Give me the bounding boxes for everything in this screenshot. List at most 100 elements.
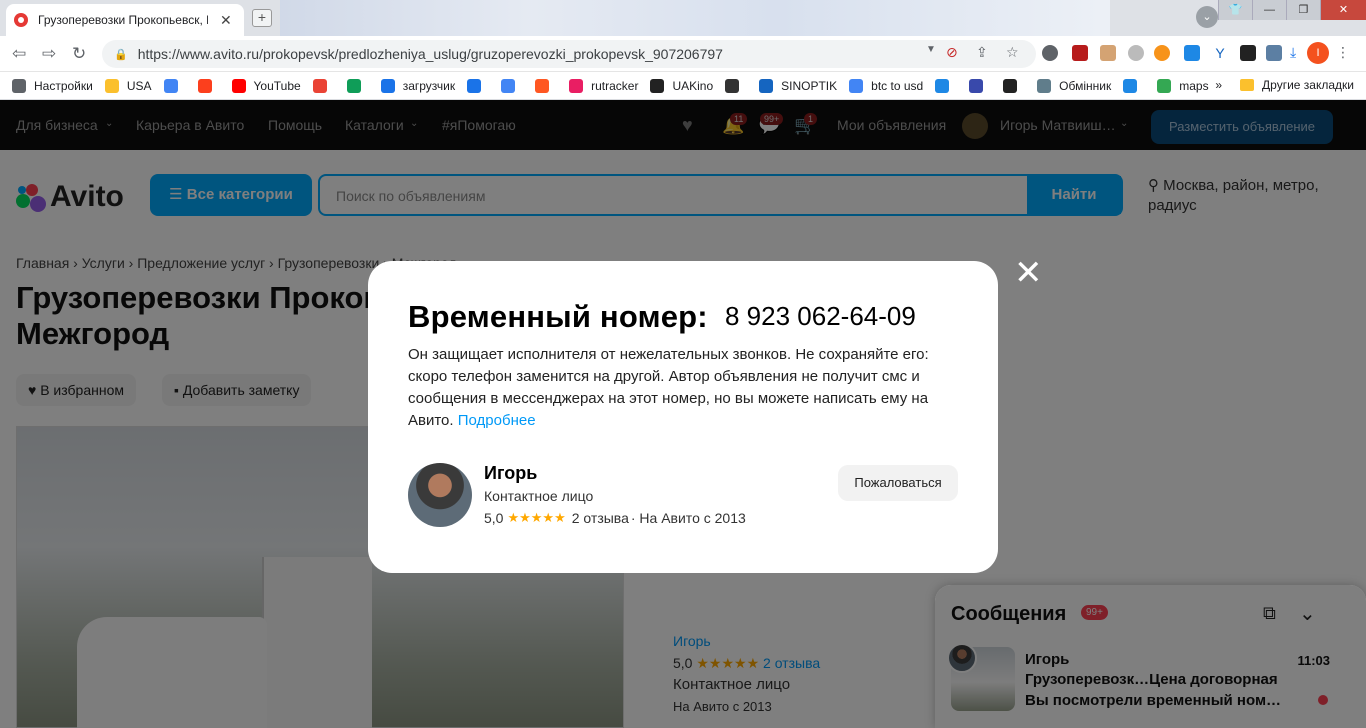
bookmark-gmail[interactable] [312, 78, 335, 93]
gear-icon [12, 78, 26, 93]
google-icon [849, 78, 864, 93]
bookmark-обмінник[interactable]: Обмінник [1037, 78, 1111, 93]
seller-rating-row: 5,0 ★★★★★ 2 отзыва · На Авито с 2013 [484, 510, 746, 526]
chess-icon [725, 78, 740, 93]
puzzle-extensions-icon[interactable] [1266, 45, 1282, 61]
bookmark-google[interactable] [163, 78, 186, 93]
gmail-icon [312, 78, 327, 93]
bookmark-sinoptik[interactable]: SINOPTIK [759, 78, 838, 93]
f-icon [535, 78, 550, 93]
window-controls: 👕 — ❐ ✕ [1218, 0, 1366, 20]
bookmark-label: Настройки [34, 78, 93, 93]
link-icon [380, 78, 395, 93]
restore-button[interactable]: ❐ [1286, 0, 1320, 20]
bookmarks-bar: Настройки USA YouTube загрузчик rutracker UAK… [0, 72, 1366, 100]
tab-avito[interactable]: Грузоперевозки Прокопьевск, Ме ✕ [6, 4, 244, 36]
bookmark-arrow[interactable] [969, 78, 991, 93]
blocked-icon[interactable]: ⊘ [946, 44, 958, 61]
share-icon[interactable]: ⇪ [976, 44, 988, 61]
back-icon[interactable]: ⇦ [12, 44, 26, 64]
bitcoin-extension-icon[interactable] [1154, 45, 1170, 61]
bookmark-настройки[interactable]: Настройки [12, 78, 93, 93]
background-tabs[interactable] [280, 0, 1110, 36]
omnibox-dropdown-icon[interactable]: ▼ [926, 44, 936, 55]
report-button[interactable]: Пожаловаться [838, 465, 958, 501]
bookmark-chat[interactable] [467, 78, 489, 93]
bookmark-label: maps [1179, 78, 1209, 93]
new-tab-button[interactable]: + [252, 9, 272, 27]
window-close-button[interactable]: ✕ [1320, 0, 1366, 20]
walmart-icon [1123, 78, 1138, 93]
ublock-extension-icon[interactable] [1072, 45, 1088, 61]
forward-icon[interactable]: ⇨ [42, 44, 56, 64]
folder-icon [104, 78, 119, 93]
avito-favicon-icon [14, 13, 28, 27]
bookmark-maps[interactable]: maps [1157, 78, 1209, 93]
bookmark-youtube[interactable]: YouTube [231, 78, 301, 93]
modal-title: Временный номер: [408, 299, 708, 334]
bookmark-uakino[interactable]: UAKino [650, 78, 714, 93]
bookmark-label: загрузчик [402, 78, 456, 93]
member-since: · На Авито с 2013 [630, 510, 746, 526]
y-extension-icon[interactable]: Y [1212, 45, 1228, 61]
extension-icon[interactable] [1128, 45, 1144, 61]
exchange-icon [1037, 78, 1052, 93]
yandex-icon [197, 78, 212, 93]
folder-icon [1240, 79, 1255, 91]
lock-icon[interactable]: 🔒 [114, 48, 128, 61]
messenger-dim [935, 585, 1366, 728]
seller-role: Контактное лицо [484, 488, 594, 504]
reload-icon[interactable]: ↻ [72, 44, 86, 64]
bookmark-label: SINOPTIK [781, 78, 838, 93]
tab-search-icon[interactable]: ⌄ [1196, 6, 1218, 28]
tab-close-icon[interactable]: ✕ [220, 12, 232, 29]
rating-stars-icon: ★★★★★ [507, 510, 566, 525]
cookie-extension-icon[interactable] [1100, 45, 1116, 61]
bookmark-walmart[interactable] [1123, 78, 1145, 93]
menu-kebab-icon[interactable]: ⋮ [1336, 44, 1350, 61]
browser-toolbar: ⇦ ⇨ ↻ 🔒 https://www.avito.ru/prokopevsk/… [0, 36, 1366, 101]
terminal-extension-icon[interactable] [1240, 45, 1256, 61]
bookmark-drive[interactable] [346, 78, 369, 93]
more-info-link[interactable]: Подробнее [458, 412, 536, 429]
bookmark-chess[interactable] [725, 78, 747, 93]
translate-icon [501, 78, 516, 93]
download-extension-icon[interactable] [1184, 45, 1200, 61]
modal-close-icon[interactable]: ✕ [1014, 256, 1043, 290]
bookmark-label: UAKino [672, 78, 714, 93]
bookmark-загрузчик[interactable]: загрузчик [380, 78, 456, 93]
seller-name[interactable]: Игорь [484, 463, 537, 484]
bookmark-star-icon[interactable]: ☆ [1006, 44, 1019, 61]
downloads-icon[interactable]: ⤓ [1290, 44, 1296, 61]
profile-avatar[interactable]: I [1307, 42, 1329, 64]
address-bar[interactable]: 🔒 https://www.avito.ru/prokopevsk/predlo… [102, 40, 1036, 68]
bookmark-bc[interactable] [1003, 78, 1025, 93]
arrow-icon [969, 78, 984, 93]
url-text[interactable]: https://www.avito.ru/prokopevsk/predlozh… [138, 46, 723, 62]
bookmark-btc-to-usd[interactable]: btc to usd [849, 78, 924, 93]
customize-icon[interactable]: 👕 [1218, 0, 1252, 20]
youtube-icon [231, 78, 246, 93]
chat-icon [467, 78, 482, 93]
bookmark-rutracker[interactable]: rutracker [569, 78, 638, 93]
tab-strip: Грузоперевозки Прокопьевск, Ме ✕ + ⌄ 👕 —… [0, 0, 1366, 36]
drive-icon [346, 78, 361, 93]
bookmark-p[interactable] [935, 78, 957, 93]
temporary-phone-number[interactable]: 8 923 062-64-09 [725, 301, 916, 332]
bookmark-yandex[interactable] [197, 78, 220, 93]
bookmark-translate[interactable] [501, 78, 523, 93]
minimize-button[interactable]: — [1252, 0, 1286, 20]
uakino-icon [650, 78, 665, 93]
thermometer-icon [759, 78, 774, 93]
seller-avatar[interactable] [408, 463, 472, 527]
other-bookmarks[interactable]: » Другие закладки [1215, 78, 1354, 92]
reviews-link[interactable]: 2 отзыва [572, 510, 629, 526]
other-bookmarks-label: Другие закладки [1262, 78, 1354, 92]
vpn-extension-icon[interactable] [1042, 45, 1058, 61]
bookmark-usa[interactable]: USA [104, 78, 152, 93]
bookmark-f[interactable] [535, 78, 557, 93]
map-pin-icon [1157, 78, 1172, 93]
rating-value: 5,0 [484, 510, 504, 526]
bookmark-label: btc to usd [871, 78, 924, 93]
bookmarks-overflow-icon[interactable]: » [1215, 78, 1222, 92]
